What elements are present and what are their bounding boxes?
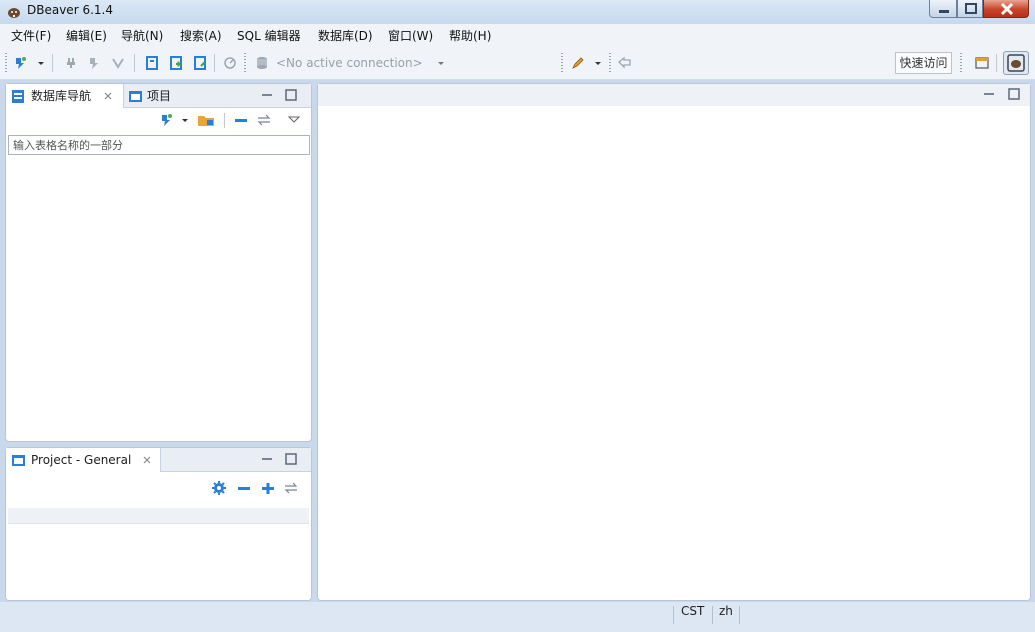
tab-projects[interactable]: 项目 <box>126 84 186 108</box>
dbeaver-logo-icon <box>6 4 22 20</box>
window-title: DBeaver 6.1.4 <box>27 3 113 17</box>
maximize-view-icon[interactable] <box>285 89 297 101</box>
menu-search[interactable]: 搜索(A) <box>180 27 222 44</box>
menu-database[interactable]: 数据库(D) <box>318 27 373 44</box>
toolbar-separator <box>996 54 997 72</box>
connect-icon[interactable] <box>63 55 79 71</box>
minimize-view-icon[interactable] <box>983 88 995 100</box>
project-icon <box>12 455 25 466</box>
transaction-icon[interactable] <box>222 55 238 71</box>
minimize-view-icon[interactable] <box>261 89 273 101</box>
project-general-panel: Project - General <box>5 447 312 601</box>
projects-icon <box>129 91 142 102</box>
collapse-all-icon[interactable] <box>236 480 252 496</box>
tab-database-navigator[interactable]: 数据库导航 <box>6 84 124 108</box>
maximize-view-icon[interactable] <box>1008 88 1020 100</box>
menu-window[interactable]: 窗口(W) <box>388 27 433 44</box>
database-navigator-icon <box>12 90 24 103</box>
database-navigator-panel: 数据库导航 项目 <box>5 83 312 442</box>
dbeaver-perspective-button[interactable] <box>1003 51 1029 75</box>
tab-project-general[interactable]: Project - General <box>6 448 161 472</box>
toolbar-grip <box>5 53 7 73</box>
new-connection-icon[interactable] <box>12 55 28 71</box>
tab-label: 数据库导航 <box>31 89 92 103</box>
dropdown-arrow-icon[interactable] <box>436 55 446 71</box>
close-tab-icon[interactable] <box>103 91 113 101</box>
status-separator <box>739 606 740 624</box>
recent-script-icon[interactable] <box>192 55 208 71</box>
menu-edit[interactable]: 编辑(E) <box>66 27 107 44</box>
dropdown-arrow-icon[interactable] <box>593 55 603 71</box>
new-folder-icon[interactable] <box>197 112 215 128</box>
pen-icon[interactable] <box>570 55 586 71</box>
status-timezone: CST <box>681 604 705 618</box>
maximize-button[interactable] <box>957 0 983 18</box>
status-bar <box>0 602 1035 632</box>
view-menu-icon[interactable] <box>288 112 300 128</box>
toolbar-grip <box>960 53 962 73</box>
toolbar-separator <box>224 113 225 128</box>
toolbar-separator <box>134 54 135 72</box>
dropdown-arrow-icon[interactable] <box>36 55 46 71</box>
menu-sql-editor[interactable]: SQL 编辑器 <box>237 27 301 44</box>
minimize-button[interactable] <box>929 0 957 18</box>
link-with-editor-icon[interactable] <box>256 112 272 128</box>
title-bar <box>0 0 1035 24</box>
active-connection-selector[interactable]: <No active connection> <box>276 56 423 70</box>
tab-label: Project - General <box>31 453 132 467</box>
status-separator <box>673 606 674 624</box>
menu-navigate[interactable]: 导航(N) <box>121 27 163 44</box>
dropdown-arrow-icon[interactable] <box>180 112 190 128</box>
database-icon[interactable] <box>254 55 270 71</box>
sql-editor-icon[interactable] <box>144 55 160 71</box>
status-separator <box>712 606 713 624</box>
expand-all-icon[interactable] <box>260 480 276 496</box>
toolbar-grip <box>609 53 611 73</box>
toolbar-separator <box>214 54 215 72</box>
project-column-header <box>8 508 309 524</box>
invalidate-icon[interactable] <box>110 55 126 71</box>
dbeaver-perspective-icon <box>1007 54 1025 72</box>
menu-help[interactable]: 帮助(H) <box>449 27 491 44</box>
close-button[interactable] <box>983 0 1029 18</box>
back-icon[interactable] <box>617 55 633 71</box>
close-tab-icon[interactable] <box>142 455 152 465</box>
table-filter-input[interactable] <box>8 135 310 155</box>
status-locale: zh <box>719 604 733 618</box>
collapse-all-icon[interactable] <box>233 112 249 128</box>
link-with-editor-icon[interactable] <box>283 480 299 496</box>
gear-icon[interactable] <box>211 480 227 496</box>
disconnect-icon[interactable] <box>86 55 102 71</box>
toolbar-separator <box>52 54 53 72</box>
maximize-view-icon[interactable] <box>285 453 297 465</box>
toolbar-grip <box>244 53 246 73</box>
perspective-icon[interactable] <box>974 55 990 71</box>
new-script-icon[interactable] <box>168 55 184 71</box>
menu-file[interactable]: 文件(F) <box>11 27 51 44</box>
toolbar-grip <box>561 53 563 73</box>
editor-tab-strip <box>318 84 1030 106</box>
editor-area <box>317 83 1031 601</box>
tab-label: 项目 <box>147 89 172 103</box>
quick-access-field[interactable]: 快速访问 <box>895 52 952 74</box>
minimize-view-icon[interactable] <box>261 453 273 465</box>
new-connection-icon[interactable] <box>158 112 174 128</box>
